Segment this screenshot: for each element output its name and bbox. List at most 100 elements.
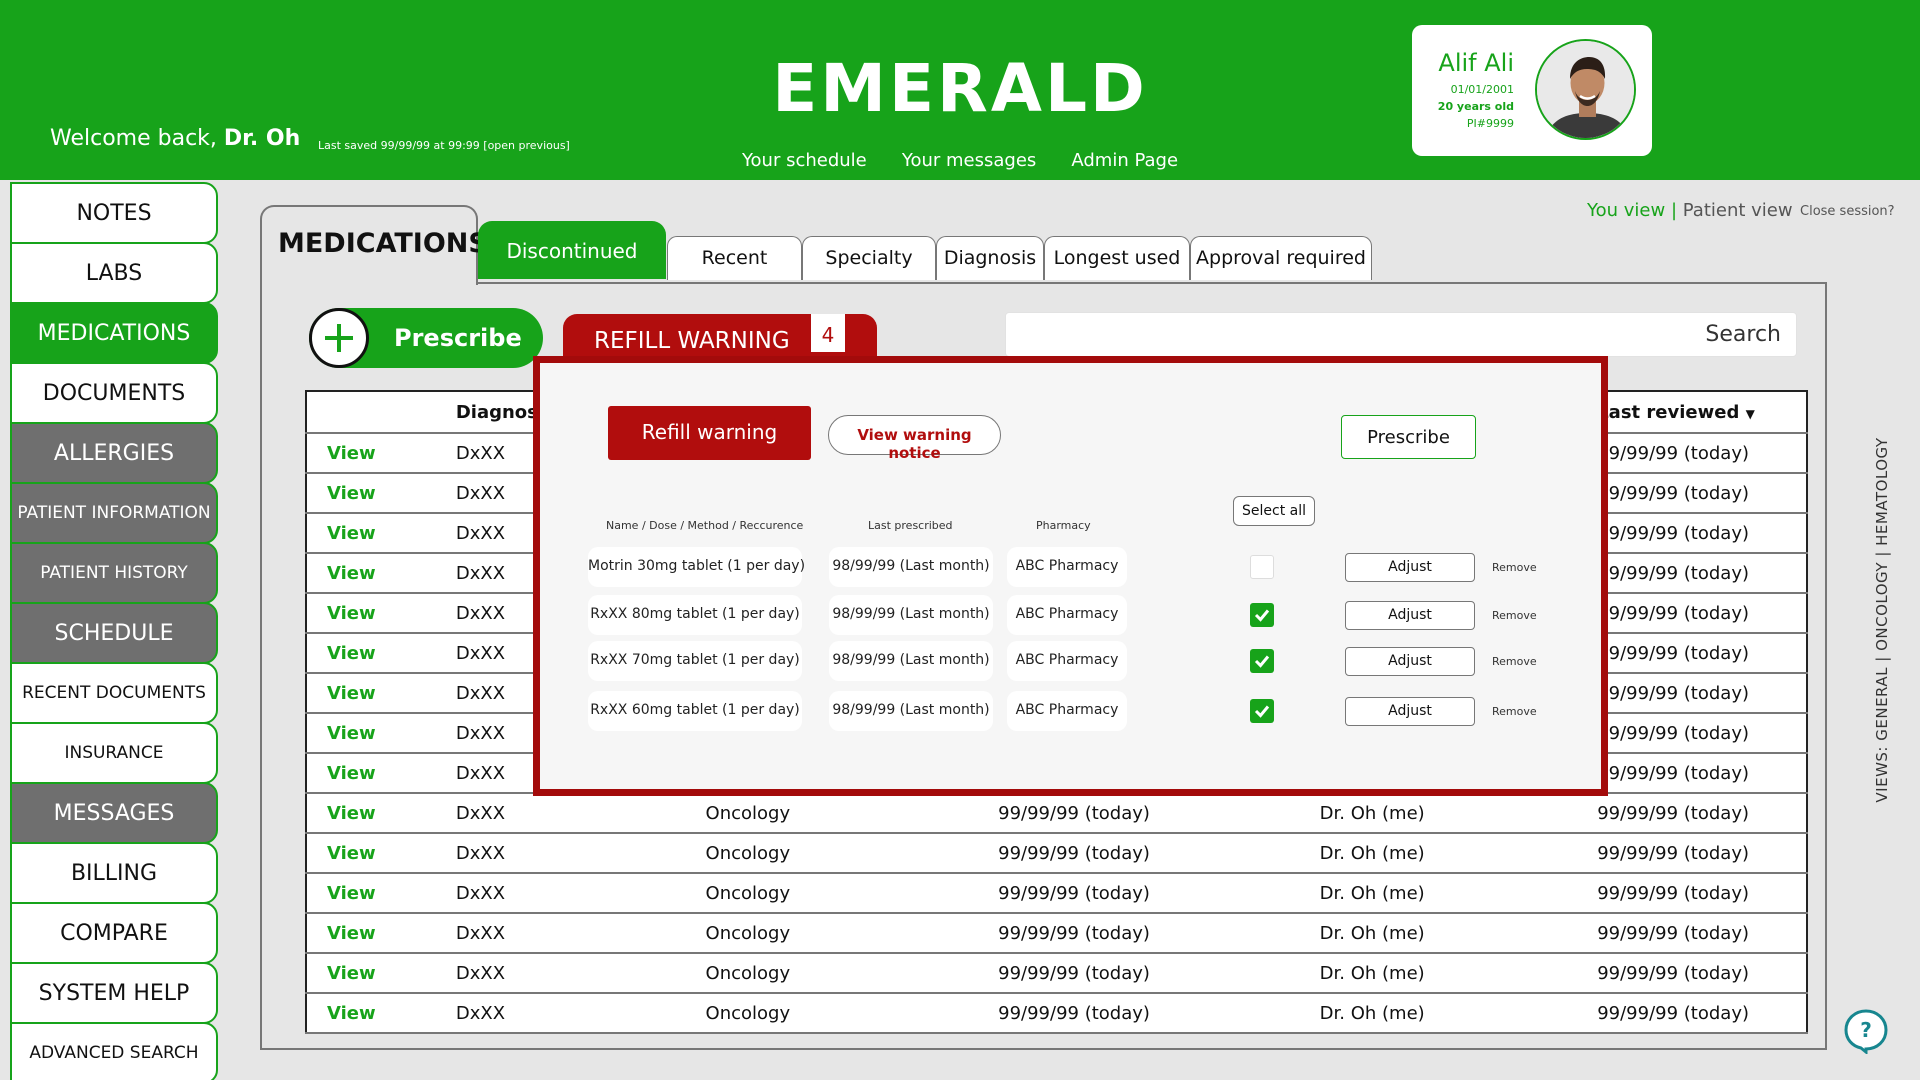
- sidebar-item-patient-information[interactable]: PATIENT INFORMATION: [10, 482, 218, 544]
- svg-text:?: ?: [1860, 1018, 1872, 1042]
- view-warning-notice-button[interactable]: View warning notice: [828, 415, 1001, 462]
- view-separator: |: [1670, 200, 1678, 221]
- view-link[interactable]: View: [306, 593, 456, 634]
- remove-link[interactable]: Remove: [1492, 705, 1537, 718]
- tab-approval-required[interactable]: Approval required: [1190, 236, 1372, 280]
- adjust-button[interactable]: Adjust: [1345, 553, 1475, 582]
- sidebar-item-advanced-search[interactable]: ADVANCED SEARCH: [10, 1022, 218, 1080]
- table-cell: Dr. Oh (me): [1319, 793, 1598, 834]
- refill-count-badge: 4: [811, 314, 845, 352]
- views-label[interactable]: VIEWS: GENERAL | ONCOLOGY | HEMATOLOGY: [1873, 437, 1891, 802]
- refill-item-checkbox[interactable]: [1250, 603, 1274, 627]
- view-link[interactable]: View: [306, 753, 456, 794]
- sidebar-item-recent-documents[interactable]: RECENT DOCUMENTS: [10, 662, 218, 724]
- refill-item-name: RxXX 70mg tablet (1 per day): [588, 641, 802, 681]
- prescribe-button[interactable]: Prescribe: [309, 308, 543, 368]
- refill-item-checkbox[interactable]: [1250, 699, 1274, 723]
- view-link[interactable]: View: [306, 673, 456, 714]
- sidebar-item-patient-history[interactable]: PATIENT HISTORY: [10, 542, 218, 604]
- table-cell: 99/99/99 (today): [1597, 953, 1807, 994]
- refill-warning-button[interactable]: Refill warning: [608, 406, 811, 460]
- help-button[interactable]: ?: [1843, 1008, 1889, 1056]
- remove-link[interactable]: Remove: [1492, 561, 1537, 574]
- table-cell: Oncology: [705, 953, 999, 994]
- sidebar-item-schedule[interactable]: SCHEDULE: [10, 602, 218, 664]
- tab-recent[interactable]: Recent: [667, 236, 802, 280]
- view-link[interactable]: View: [306, 913, 456, 954]
- table-row: View DxXX Oncology 99/99/99 (today) Dr. Oh (…: [306, 913, 1807, 954]
- patient-view-link[interactable]: Patient view: [1683, 200, 1793, 221]
- sort-down-icon[interactable]: ▼: [1746, 407, 1755, 421]
- adjust-button[interactable]: Adjust: [1345, 601, 1475, 630]
- view-link[interactable]: View: [306, 873, 456, 914]
- tab-longest-used[interactable]: Longest used: [1044, 236, 1190, 280]
- refill-item-pharmacy: ABC Pharmacy: [1007, 547, 1127, 587]
- patient-dob: 01/01/2001: [1450, 83, 1514, 96]
- sidebar-item-documents[interactable]: DOCUMENTS: [10, 362, 218, 424]
- table-cell: Oncology: [705, 913, 999, 954]
- table-cell: Oncology: [705, 833, 999, 874]
- sidebar-item-labs[interactable]: LABS: [10, 242, 218, 304]
- table-cell: 99/99/99 (today): [1597, 793, 1807, 834]
- header-last-reviewed[interactable]: Last reviewed ▼: [1597, 391, 1807, 434]
- table-cell: Oncology: [705, 873, 999, 914]
- view-link[interactable]: View: [306, 953, 456, 994]
- sidebar-item-compare[interactable]: COMPARE: [10, 902, 218, 964]
- checkmark-icon: [1254, 705, 1270, 718]
- refill-item-checkbox[interactable]: [1250, 555, 1274, 579]
- nav-your-schedule[interactable]: Your schedule: [742, 150, 867, 171]
- view-link[interactable]: View: [306, 513, 456, 554]
- table-row: View DxXX Oncology 99/99/99 (today) Dr. Oh (…: [306, 833, 1807, 874]
- col-header-name: Name / Dose / Method / Reccurence: [606, 519, 804, 532]
- modal-prescribe-button[interactable]: Prescribe: [1341, 415, 1476, 459]
- view-link[interactable]: View: [306, 833, 456, 874]
- view-toggle: You view | Patient view: [1587, 200, 1793, 221]
- view-link[interactable]: View: [306, 433, 456, 474]
- checkmark-icon: [1254, 609, 1270, 622]
- sidebar-item-system-help[interactable]: SYSTEM HELP: [10, 962, 218, 1024]
- table-cell: 99/99/99 (today): [998, 833, 1320, 874]
- sidebar-item-allergies[interactable]: ALLERGIES: [10, 422, 218, 484]
- refill-item-checkbox[interactable]: [1250, 649, 1274, 673]
- view-link[interactable]: View: [306, 553, 456, 594]
- plus-icon: [309, 308, 369, 368]
- table-cell: 99/99/99 (today): [1597, 633, 1807, 674]
- table-cell: Oncology: [705, 793, 999, 834]
- patient-profile-card[interactable]: Alif Ali 01/01/2001 20 years old PI#9999: [1412, 25, 1652, 156]
- sidebar-item-billing[interactable]: BILLING: [10, 842, 218, 904]
- nav-your-messages[interactable]: Your messages: [902, 150, 1036, 171]
- tab-discontinued[interactable]: Discontinued: [478, 221, 666, 279]
- search-input[interactable]: Search: [1005, 312, 1797, 357]
- view-link[interactable]: View: [306, 793, 456, 834]
- help-icon: ?: [1844, 1009, 1888, 1056]
- col-header-pharmacy: Pharmacy: [1036, 519, 1091, 532]
- close-session-link[interactable]: Close session?: [1800, 204, 1895, 219]
- refill-item-name: Motrin 30mg tablet (1 per day): [588, 547, 805, 587]
- table-cell: 99/99/99 (today): [998, 993, 1320, 1034]
- refill-item-pharmacy: ABC Pharmacy: [1007, 641, 1127, 681]
- table-cell: 99/99/99 (today): [1597, 913, 1807, 954]
- sidebar-item-messages[interactable]: MESSAGES: [10, 782, 218, 844]
- sidebar-item-notes[interactable]: NOTES: [10, 182, 218, 244]
- sidebar-item-insurance[interactable]: INSURANCE: [10, 722, 218, 784]
- view-link[interactable]: View: [306, 713, 456, 754]
- view-link[interactable]: View: [306, 993, 456, 1034]
- remove-link[interactable]: Remove: [1492, 655, 1537, 668]
- refill-item-pharmacy: ABC Pharmacy: [1007, 595, 1127, 635]
- table-cell: 99/99/99 (today): [1597, 753, 1807, 794]
- you-view-link[interactable]: You view: [1587, 200, 1665, 221]
- tab-specialty[interactable]: Specialty: [802, 236, 936, 280]
- view-link[interactable]: View: [306, 473, 456, 514]
- adjust-button[interactable]: Adjust: [1345, 647, 1475, 676]
- select-all-button[interactable]: Select all: [1233, 496, 1315, 526]
- tab-diagnosis[interactable]: Diagnosis: [936, 236, 1044, 280]
- view-link[interactable]: View: [306, 633, 456, 674]
- sidebar-item-medications[interactable]: MEDICATIONS: [10, 302, 218, 364]
- remove-link[interactable]: Remove: [1492, 609, 1537, 622]
- nav-admin-page[interactable]: Admin Page: [1071, 150, 1178, 171]
- refill-item-name: RxXX 80mg tablet (1 per day): [588, 595, 802, 635]
- adjust-button[interactable]: Adjust: [1345, 697, 1475, 726]
- table-cell: DxXX: [455, 993, 706, 1034]
- patient-age: 20 years old: [1437, 100, 1514, 113]
- patient-id: PI#9999: [1466, 117, 1514, 130]
